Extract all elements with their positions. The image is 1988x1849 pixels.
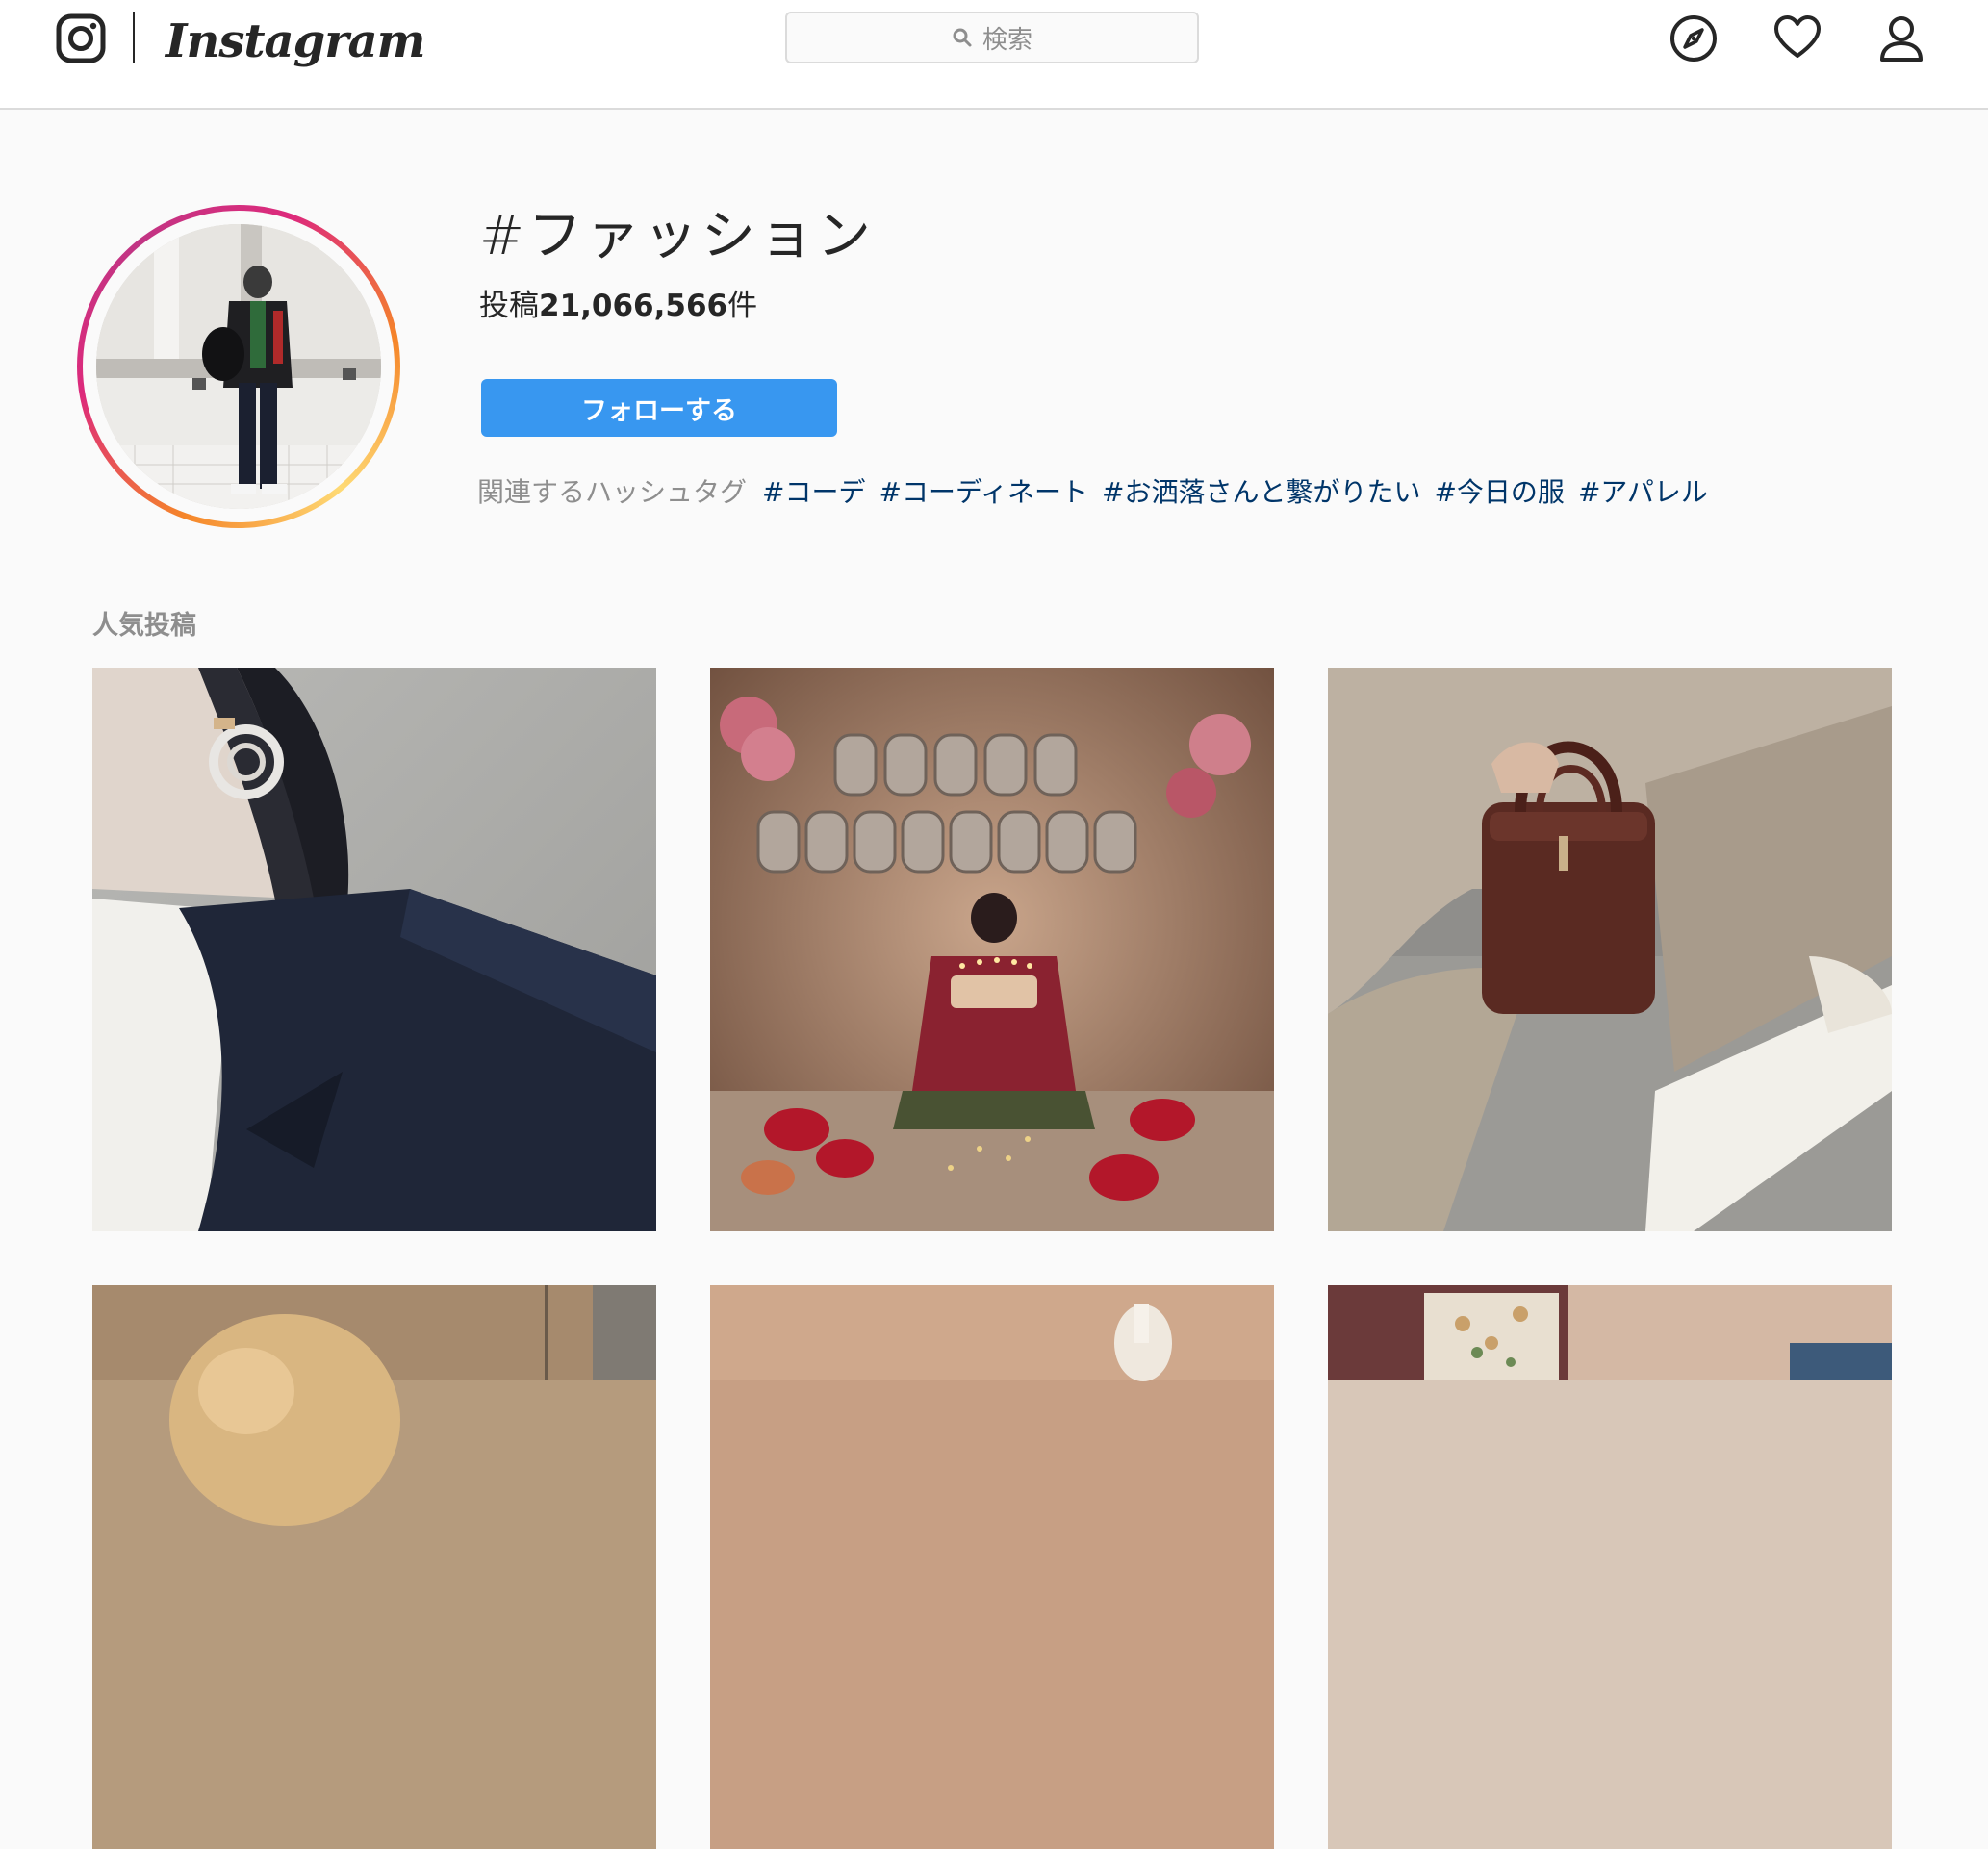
post-image [710, 1285, 1274, 1849]
hashtag-avatar [77, 205, 400, 528]
top-navigation-bar: Instagram 検索 [0, 0, 1988, 110]
post-thumbnail[interactable] [92, 668, 656, 1231]
post-image [710, 668, 1274, 1231]
instagram-wordmark-logo[interactable]: Instagram [166, 8, 425, 75]
post-image [1328, 668, 1892, 1231]
post-thumbnail[interactable] [710, 668, 1274, 1231]
post-count: 投稿21,066,566件 [479, 281, 757, 324]
compass-icon[interactable] [1669, 13, 1719, 63]
related-tag-link[interactable]: #今日の服 [1434, 471, 1564, 510]
search-icon [953, 28, 972, 47]
post-count-number: 21,066,566 [539, 289, 728, 323]
nav-divider [133, 12, 135, 63]
post-image [1328, 1285, 1892, 1849]
related-tag-link[interactable]: #コーデ [762, 471, 865, 510]
related-tag-link[interactable]: #アパレル [1578, 471, 1708, 510]
related-tag-link[interactable]: #お洒落さんと繋がりたい [1102, 471, 1420, 510]
related-hashtags: 関連するハッシュタグ #コーデ #コーディネート #お洒落さんと繋がりたい #今… [477, 471, 1708, 510]
hashtag-title: #ファッション [479, 205, 875, 267]
post-count-prefix: 投稿 [479, 289, 539, 323]
follow-button[interactable]: フォローする [481, 379, 837, 437]
post-thumbnail[interactable] [1328, 668, 1892, 1231]
post-image [92, 668, 656, 1231]
post-image [92, 1285, 656, 1849]
post-thumbnail[interactable] [1328, 1285, 1892, 1849]
related-tag-link[interactable]: #コーディネート [879, 471, 1088, 510]
avatar-photo [96, 224, 381, 509]
heart-icon[interactable] [1772, 13, 1822, 63]
search-placeholder: 検索 [981, 25, 1032, 55]
post-thumbnail[interactable] [92, 1285, 656, 1849]
top-posts-heading: 人気投稿 [92, 611, 196, 641]
search-input[interactable]: 検索 [785, 12, 1199, 63]
profile-icon[interactable] [1876, 13, 1926, 63]
instagram-glyph-icon[interactable] [56, 13, 106, 63]
related-hashtags-label: 関連するハッシュタグ [477, 476, 748, 508]
post-count-suffix: 件 [727, 289, 758, 323]
post-thumbnail[interactable] [710, 1285, 1274, 1849]
